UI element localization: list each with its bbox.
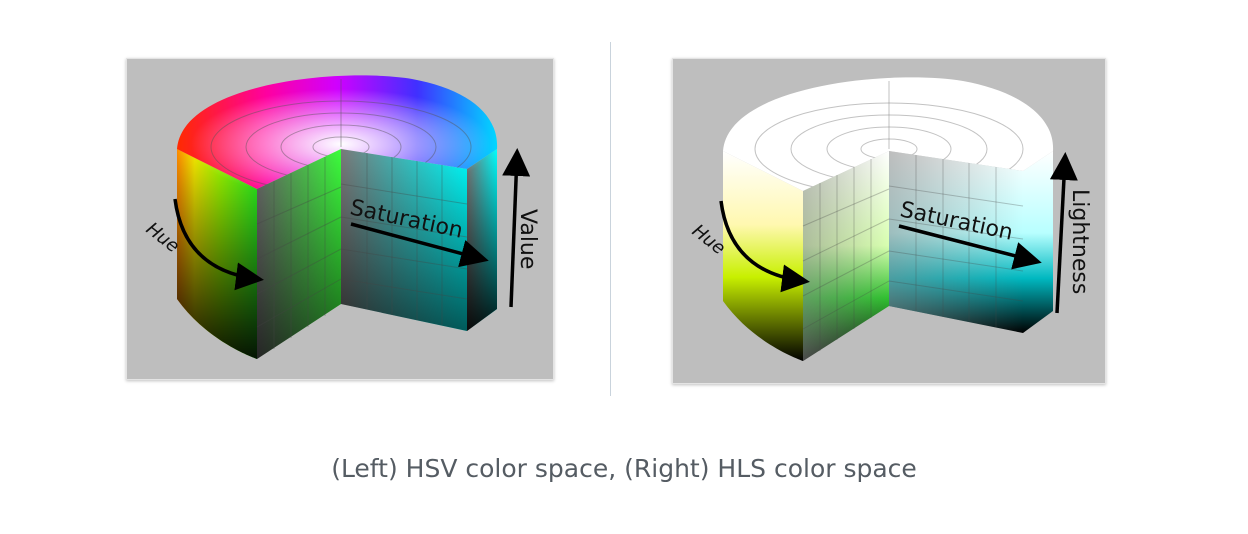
panel-divider [610,42,611,396]
hsv-cylinder-figure: Hue Saturation Value [126,58,554,380]
lightness-axis-label: Lightness [1067,189,1092,294]
hls-cylinder-diagram: Hue Saturation Lightness [688,77,1092,361]
figure-caption: (Left) HSV color space, (Right) HLS colo… [331,454,917,483]
lightness-arrow [1049,152,1078,314]
value-axis-label: Value [515,209,540,269]
hsv-cylinder-diagram: Hue Saturation Value [142,75,540,359]
hls-cylinder-figure: Hue Saturation Lightness [672,58,1106,384]
